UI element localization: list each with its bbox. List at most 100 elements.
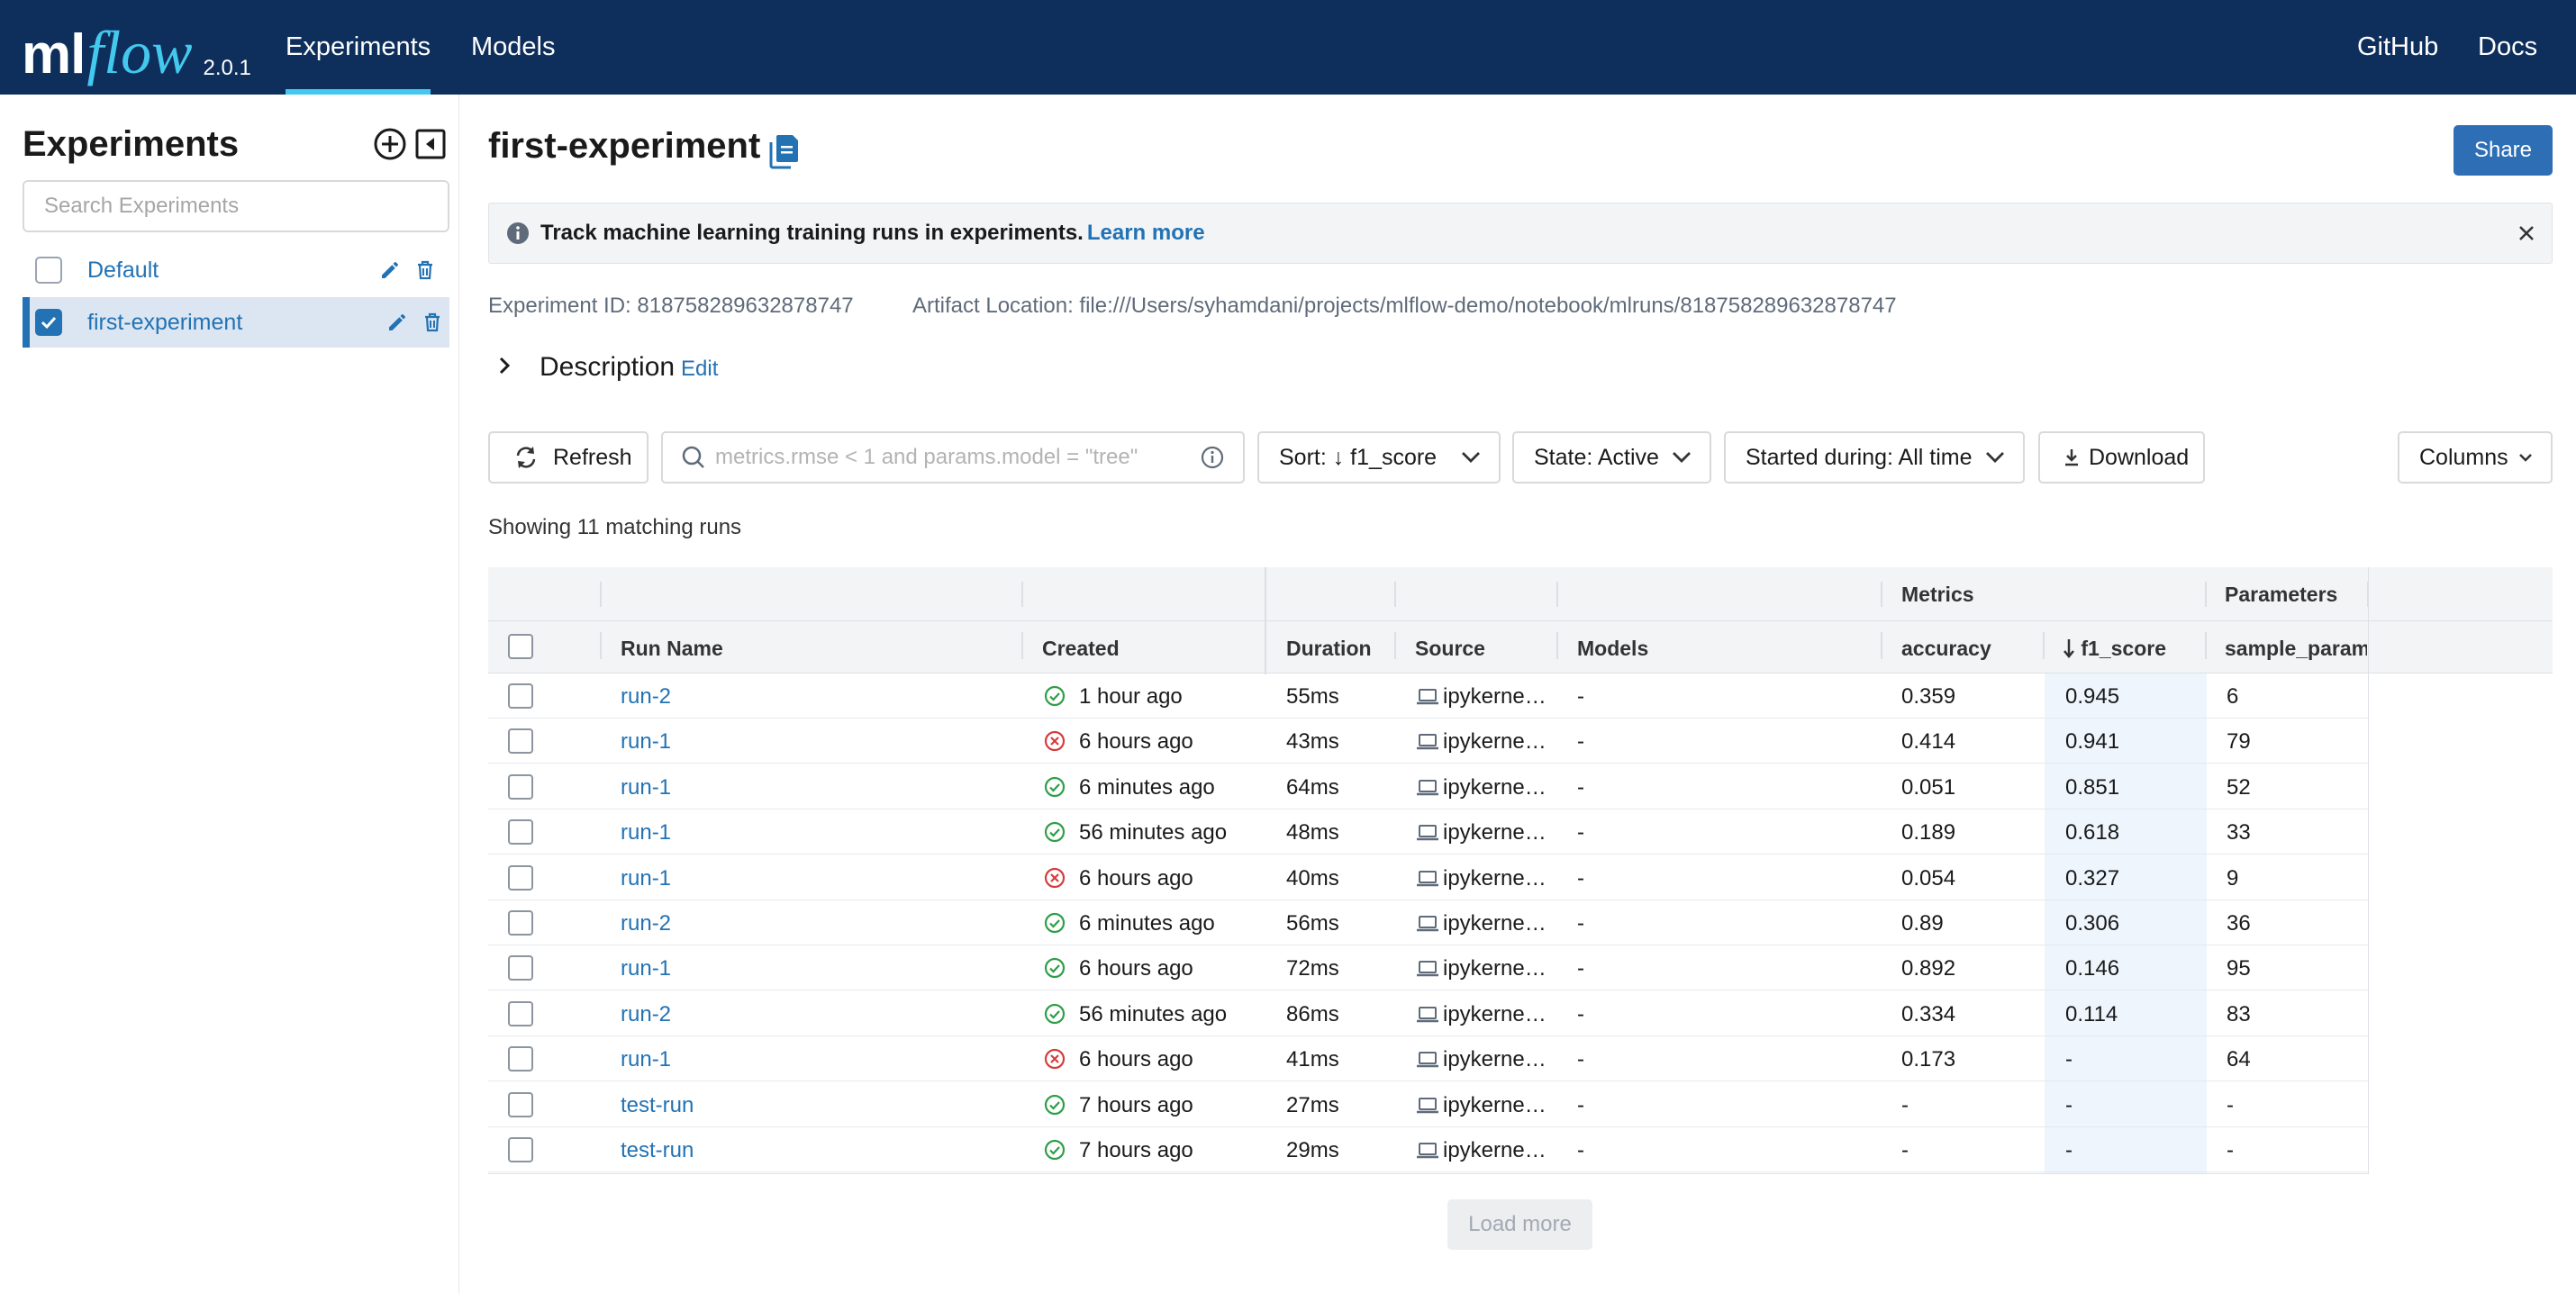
table-row[interactable]: run-1 56 minutes ago 48ms ipykerne… - 0.189 0.… — [488, 809, 2368, 855]
source-value[interactable]: ipykerne… — [1443, 1002, 1547, 1027]
copy-icon[interactable] — [767, 133, 800, 169]
table-row[interactable]: run-2 56 minutes ago 86ms ipykerne… - 0.334 0.… — [488, 991, 2368, 1036]
run-name-link[interactable]: run-2 — [621, 684, 671, 710]
run-name-link[interactable]: test-run — [621, 1138, 694, 1163]
row-checkbox[interactable] — [508, 683, 533, 709]
load-more-button[interactable]: Load more — [1447, 1199, 1592, 1250]
models-value: - — [1577, 1047, 1584, 1072]
duration-value: 55ms — [1286, 684, 1339, 709]
header-run-name[interactable]: Run Name — [621, 637, 723, 661]
row-checkbox[interactable] — [508, 728, 533, 755]
laptop-icon — [1417, 961, 1438, 977]
nav-experiments[interactable]: Experiments — [286, 0, 431, 95]
nav-docs[interactable]: Docs — [2478, 0, 2537, 95]
row-checkbox[interactable] — [508, 864, 533, 891]
artifact-location: Artifact Location: file:///Users/syhamda… — [912, 294, 1897, 318]
close-icon[interactable] — [2516, 222, 2537, 244]
source-value[interactable]: ipykerne… — [1443, 820, 1547, 845]
sort-dropdown[interactable]: Sort: ↓ f1_score — [1257, 431, 1501, 484]
run-name-link[interactable]: run-1 — [621, 820, 671, 845]
row-checkbox[interactable] — [508, 773, 533, 800]
experiment-item-default[interactable]: Default — [23, 245, 449, 295]
source-value[interactable]: ipykerne… — [1443, 775, 1547, 800]
header-sample-param[interactable]: sample_param — [2225, 637, 2367, 661]
run-name-link[interactable]: run-1 — [621, 729, 671, 755]
table-row[interactable]: test-run 7 hours ago 27ms ipykerne… - - - - — [488, 1082, 2368, 1127]
chevron-right-icon[interactable] — [494, 353, 515, 378]
nav-models[interactable]: Models — [471, 0, 556, 95]
edit-icon[interactable] — [386, 312, 408, 333]
learn-more-link[interactable]: Learn more — [1087, 221, 1205, 245]
table-row[interactable]: run-1 6 hours ago 40ms ipykerne… - 0.054 0.327… — [488, 855, 2368, 900]
run-name-link[interactable]: run-1 — [621, 775, 671, 800]
row-checkbox[interactable] — [508, 1137, 533, 1162]
run-name-link[interactable]: run-1 — [621, 956, 671, 981]
row-checkbox[interactable] — [508, 955, 533, 981]
row-checkbox[interactable] — [508, 1046, 533, 1072]
table-row[interactable]: run-1 6 hours ago 43ms ipykerne… - 0.414 0.941… — [488, 719, 2368, 764]
runs-search-box[interactable] — [661, 431, 1245, 484]
run-name-link[interactable]: run-2 — [621, 911, 671, 936]
state-dropdown[interactable]: State: Active — [1512, 431, 1711, 484]
delete-icon[interactable] — [415, 259, 435, 281]
header-models[interactable]: Models — [1577, 637, 1648, 661]
state-label: State: Active — [1534, 444, 1659, 470]
description-heading[interactable]: Description — [540, 352, 675, 383]
experiment-search-input[interactable] — [23, 180, 449, 232]
source-value[interactable]: ipykerne… — [1443, 956, 1547, 981]
table-row[interactable]: run-1 6 hours ago 72ms ipykerne… - 0.892 0.146… — [488, 945, 2368, 991]
columns-dropdown[interactable]: Columns — [2398, 431, 2553, 484]
accuracy-value: 0.414 — [1901, 729, 1956, 755]
run-name-link[interactable]: run-1 — [621, 1047, 671, 1072]
experiment-item-first-experiment[interactable]: first-experiment — [23, 297, 449, 348]
run-name-link[interactable]: run-1 — [621, 866, 671, 891]
collapse-sidebar-icon[interactable] — [413, 126, 449, 162]
header-created[interactable]: Created — [1042, 637, 1120, 661]
add-experiment-icon[interactable] — [372, 126, 408, 162]
table-row[interactable]: run-2 1 hour ago 55ms ipykerne… - 0.359 0.945 6 — [488, 674, 2368, 719]
description-edit-link[interactable]: Edit — [681, 357, 718, 382]
table-row[interactable]: test-run 7 hours ago 29ms ipykerne… - - - - — [488, 1127, 2368, 1172]
row-checkbox[interactable] — [508, 1091, 533, 1117]
experiment-name[interactable]: first-experiment — [87, 310, 242, 336]
edit-icon[interactable] — [379, 259, 401, 281]
select-all-checkbox[interactable] — [508, 634, 533, 659]
source-value[interactable]: ipykerne… — [1443, 1138, 1547, 1163]
refresh-button[interactable]: Refresh — [488, 431, 649, 484]
runs-search-input[interactable] — [715, 439, 1184, 475]
delete-icon[interactable] — [422, 312, 442, 333]
source-value[interactable]: ipykerne… — [1443, 684, 1547, 710]
source-value[interactable]: ipykerne… — [1443, 911, 1547, 936]
row-checkbox[interactable] — [508, 819, 533, 845]
experiment-name[interactable]: Default — [87, 258, 159, 284]
laptop-icon — [1417, 734, 1438, 750]
source-value[interactable]: ipykerne… — [1443, 1093, 1547, 1118]
duration-value: 64ms — [1286, 774, 1339, 800]
run-name-link[interactable]: run-2 — [621, 1002, 671, 1027]
row-checkbox[interactable] — [508, 910, 533, 936]
header-duration[interactable]: Duration — [1286, 637, 1372, 661]
info-icon[interactable] — [1200, 445, 1225, 470]
sidebar-title: Experiments — [23, 124, 240, 164]
header-accuracy[interactable]: accuracy — [1901, 637, 1991, 661]
share-button[interactable]: Share — [2454, 125, 2553, 176]
experiment-checkbox-checked[interactable] — [35, 309, 62, 336]
source-value[interactable]: ipykerne… — [1443, 1047, 1547, 1072]
run-name-link[interactable]: test-run — [621, 1093, 694, 1118]
row-checkbox[interactable] — [508, 1000, 533, 1026]
models-value: - — [1577, 956, 1584, 981]
models-value: - — [1577, 865, 1584, 891]
started-during-dropdown[interactable]: Started during: All time — [1724, 431, 2025, 484]
experiment-checkbox[interactable] — [35, 257, 62, 284]
download-button[interactable]: Download — [2038, 431, 2205, 484]
table-row[interactable]: run-1 6 hours ago 41ms ipykerne… - 0.173 - 64 — [488, 1036, 2368, 1082]
table-row[interactable]: run-1 6 minutes ago 64ms ipykerne… - 0.051 0.8… — [488, 764, 2368, 809]
source-value[interactable]: ipykerne… — [1443, 729, 1547, 755]
table-row[interactable]: run-2 6 minutes ago 56ms ipykerne… - 0.89 0.30… — [488, 900, 2368, 945]
source-value[interactable]: ipykerne… — [1443, 866, 1547, 891]
header-f1-score[interactable]: f1_score — [2063, 637, 2166, 661]
created-time: 7 hours ago — [1079, 1138, 1193, 1162]
nav-github[interactable]: GitHub — [2357, 0, 2438, 95]
header-source[interactable]: Source — [1415, 637, 1485, 661]
mlflow-logo[interactable]: ml flow 2.0.1 — [22, 11, 251, 83]
